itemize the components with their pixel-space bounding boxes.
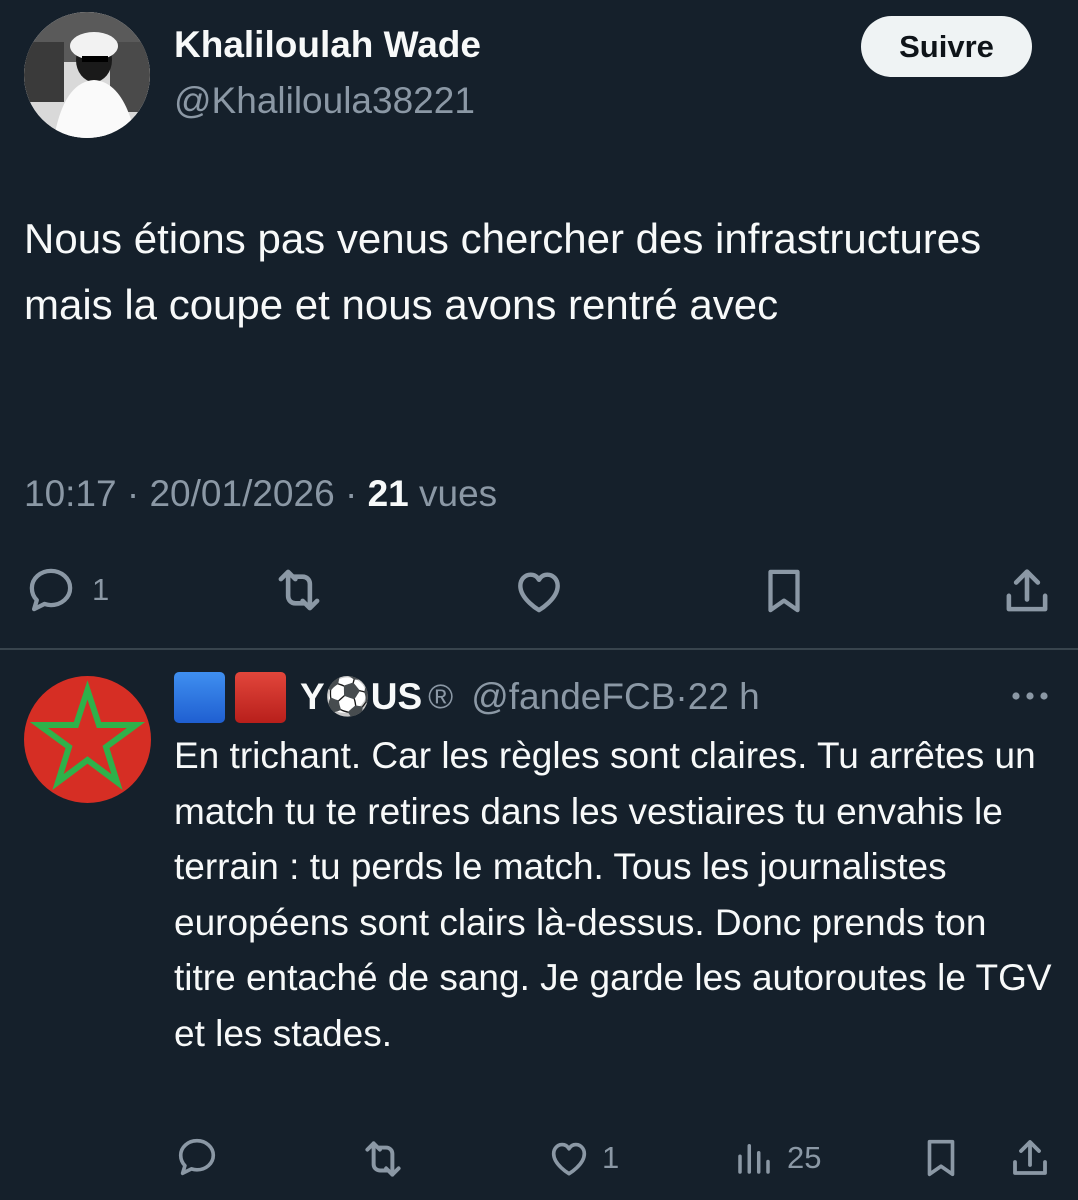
share-button[interactable] <box>998 562 1056 620</box>
views-button[interactable]: 25 <box>733 1135 821 1181</box>
share-icon <box>1013 1140 1047 1175</box>
reply-author-name[interactable]: Y⚽US <box>300 676 422 719</box>
views-count: 21 <box>367 473 409 514</box>
views-count: 25 <box>787 1140 822 1175</box>
reply-avatar[interactable] <box>24 676 151 803</box>
more-options-button[interactable] <box>1008 688 1052 709</box>
repost-button[interactable] <box>270 561 328 619</box>
reply-text: En trichant. Car les règles sont claires… <box>174 735 1052 1054</box>
red-square-emoji <box>235 671 286 723</box>
meta-separator: · <box>116 473 150 514</box>
views-icon <box>738 1144 770 1174</box>
like-count: 1 <box>602 1140 620 1175</box>
like-button[interactable] <box>511 563 567 619</box>
bookmark-icon <box>768 569 800 613</box>
blue-square-emoji <box>174 671 225 723</box>
reply-icon <box>29 568 73 612</box>
bookmark-button[interactable] <box>757 563 811 619</box>
avatar-photo <box>24 12 150 138</box>
reply-author-handle[interactable]: @fandeFCB <box>471 676 675 718</box>
repost-icon <box>278 569 320 611</box>
repost-icon <box>365 1141 401 1177</box>
meta-separator: · <box>334 473 368 514</box>
post-meta: 10:17 · 20/01/2026 · 21 vues <box>24 473 497 515</box>
reply-icon <box>178 1138 216 1176</box>
repost-button[interactable] <box>358 1134 408 1184</box>
morocco-flag-avatar <box>24 676 151 803</box>
reply-post: Y⚽US ® @fandeFCB · 22 h En trichant. Car… <box>0 650 1078 1200</box>
like-icon <box>551 1142 587 1176</box>
views-label: vues <box>408 473 498 514</box>
reply-button[interactable]: 1 <box>24 563 109 617</box>
reply-header: Y⚽US ® @fandeFCB · 22 h <box>174 671 760 723</box>
reply-count: 1 <box>92 572 110 607</box>
share-icon <box>1006 569 1048 612</box>
author-handle[interactable]: @Khaliloula38221 <box>174 80 475 122</box>
follow-button[interactable]: Suivre <box>861 16 1032 77</box>
reply-button[interactable] <box>174 1134 220 1180</box>
share-button[interactable] <box>1006 1134 1054 1182</box>
more-icon <box>1012 692 1048 700</box>
post-date[interactable]: 20/01/2026 <box>149 473 334 514</box>
like-icon <box>518 572 560 613</box>
author-avatar[interactable] <box>24 12 150 138</box>
registered-mark: ® <box>428 677 454 716</box>
meta-separator: · <box>675 676 688 717</box>
author-name[interactable]: Khaliloulah Wade <box>174 24 481 66</box>
bookmark-icon <box>927 1139 955 1177</box>
post-time[interactable]: 10:17 <box>24 473 117 514</box>
reply-time[interactable]: 22 h <box>688 676 760 718</box>
post-text: Nous étions pas venus chercher des infra… <box>24 215 982 328</box>
bookmark-button[interactable] <box>918 1134 964 1182</box>
like-button[interactable]: 1 <box>546 1135 619 1181</box>
main-post: Khaliloulah Wade @Khaliloula38221 Suivre… <box>0 0 1078 650</box>
